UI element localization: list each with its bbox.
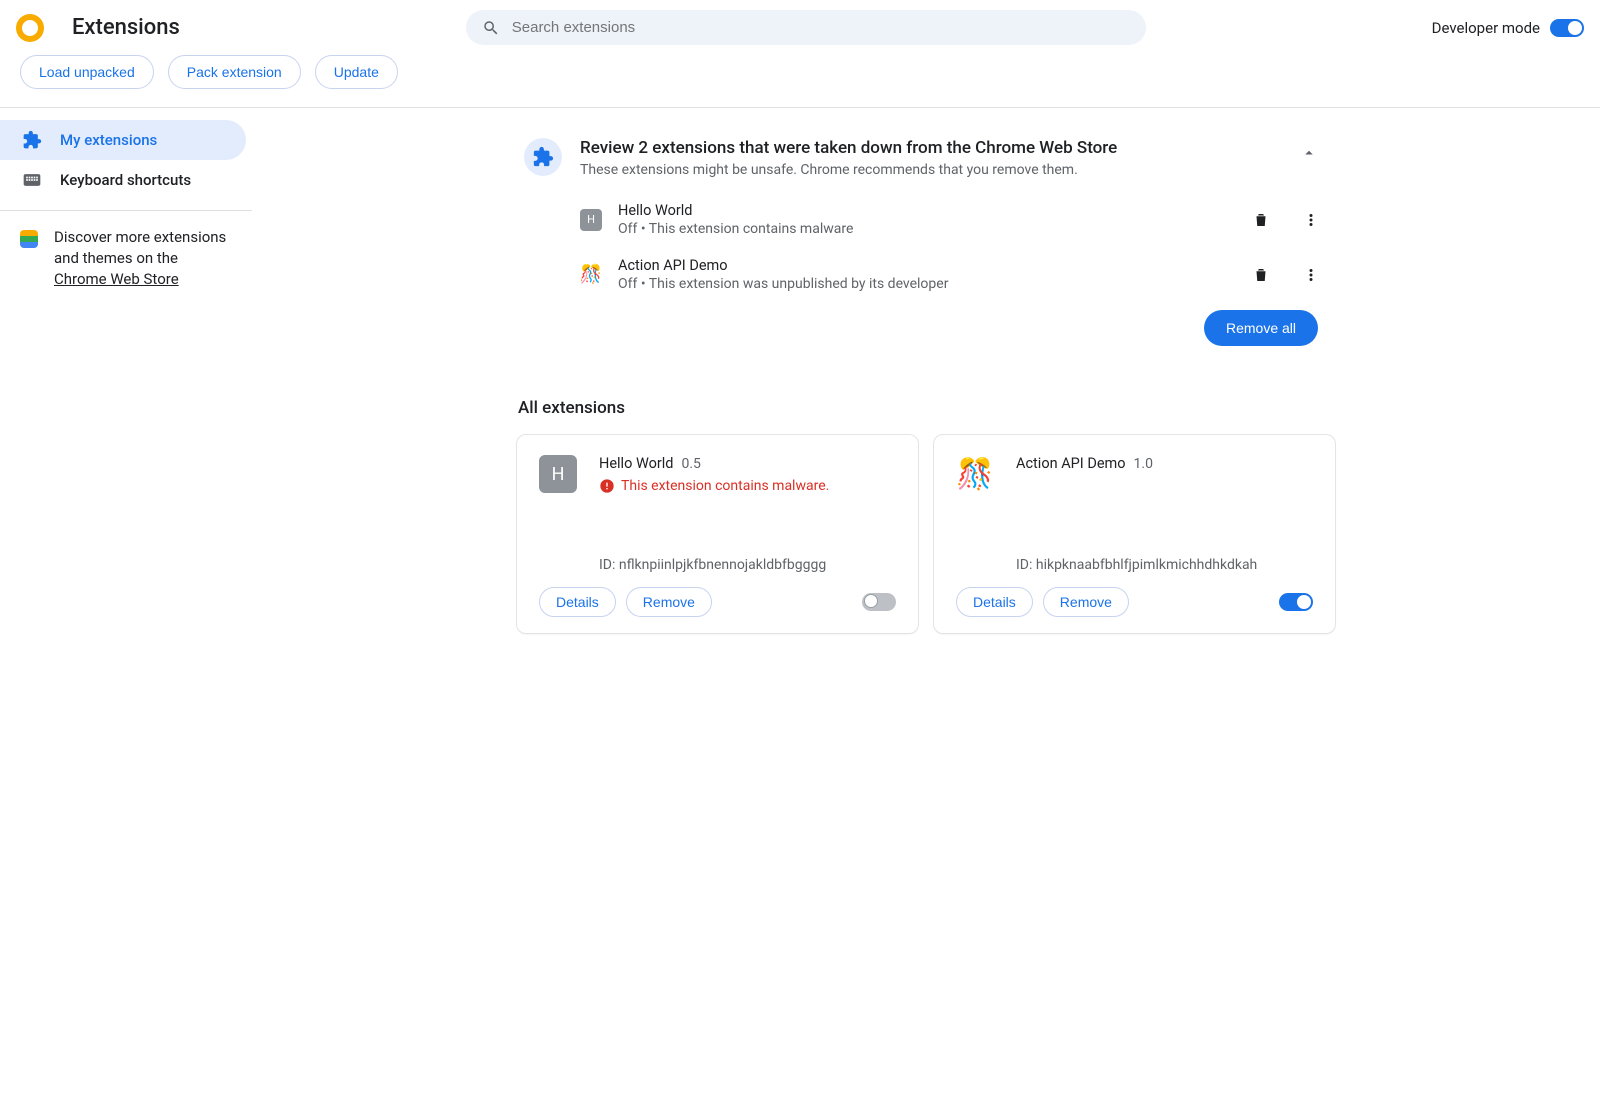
- enable-toggle[interactable]: [1279, 593, 1313, 611]
- puzzle-icon: [22, 130, 42, 150]
- flagged-extension-row: 🎊 Action API Demo Off • This extension w…: [580, 257, 1328, 292]
- sidebar-item-my-extensions[interactable]: My extensions: [0, 120, 246, 160]
- all-extensions-heading: All extensions: [518, 398, 1336, 418]
- more-button[interactable]: [1294, 258, 1328, 292]
- remove-button[interactable]: Remove: [1043, 587, 1129, 617]
- extension-icon: H: [580, 209, 602, 231]
- chrome-web-store-link[interactable]: Chrome Web Store: [54, 270, 179, 288]
- flagged-extension-status: Off • This extension was unpublished by …: [618, 276, 1228, 292]
- extension-card: 🎊 Action API Demo 1.0 ID: hikpknaabfbhlfj…: [933, 434, 1336, 634]
- details-button[interactable]: Details: [956, 587, 1033, 617]
- review-subtitle: These extensions might be unsafe. Chrome…: [580, 162, 1282, 178]
- review-panel: Review 2 extensions that were taken down…: [516, 132, 1336, 352]
- search-icon: [482, 19, 500, 37]
- extension-version: 0.5: [681, 456, 700, 472]
- trash-icon: [1252, 266, 1270, 284]
- extension-id: ID: hikpknaabfbhlfjpimlkmichhdhkdkah: [1016, 557, 1313, 573]
- extension-icon: 🎊: [580, 264, 602, 286]
- remove-button[interactable]: Remove: [626, 587, 712, 617]
- more-vert-icon: [1302, 211, 1320, 229]
- puzzle-icon: [532, 146, 554, 168]
- search-input[interactable]: [466, 10, 1146, 45]
- extension-name: Hello World: [599, 455, 673, 472]
- chevron-up-icon: [1300, 144, 1318, 162]
- extension-icon: H: [539, 455, 577, 493]
- flagged-extension-name: Action API Demo: [618, 257, 1228, 274]
- extension-version: 1.0: [1134, 456, 1153, 472]
- flagged-extension-name: Hello World: [618, 202, 1228, 219]
- sidebar-item-label: My extensions: [60, 131, 157, 149]
- review-title: Review 2 extensions that were taken down…: [580, 138, 1282, 158]
- flagged-extension-row: H Hello World Off • This extension conta…: [580, 202, 1328, 237]
- delete-button[interactable]: [1244, 203, 1278, 237]
- extension-icon: 🎊: [956, 455, 994, 493]
- chrome-web-store-promo: Discover more extensions and themes on t…: [54, 227, 232, 290]
- review-badge: [524, 138, 562, 176]
- chrome-logo: [16, 14, 44, 42]
- load-unpacked-button[interactable]: Load unpacked: [20, 55, 154, 89]
- search-field[interactable]: [510, 18, 1130, 37]
- remove-all-button[interactable]: Remove all: [1204, 310, 1318, 346]
- developer-mode-toggle[interactable]: [1550, 19, 1584, 37]
- flagged-extension-status: Off • This extension contains malware: [618, 221, 1228, 237]
- enable-toggle[interactable]: [862, 593, 896, 611]
- extension-warning: This extension contains malware.: [621, 478, 829, 494]
- trash-icon: [1252, 211, 1270, 229]
- collapse-toggle[interactable]: [1300, 144, 1318, 166]
- update-button[interactable]: Update: [315, 55, 398, 89]
- developer-mode-label: Developer mode: [1432, 19, 1540, 37]
- extension-id: ID: nflknpiinlpjkfbnennojakldbfbgggg: [599, 557, 896, 573]
- error-icon: [599, 478, 615, 494]
- pack-extension-button[interactable]: Pack extension: [168, 55, 301, 89]
- more-vert-icon: [1302, 266, 1320, 284]
- extension-name: Action API Demo: [1016, 455, 1126, 472]
- chrome-web-store-icon: [20, 230, 38, 248]
- sidebar-item-keyboard-shortcuts[interactable]: Keyboard shortcuts: [0, 160, 246, 200]
- extension-card: H Hello World 0.5 This extension contains…: [516, 434, 919, 634]
- delete-button[interactable]: [1244, 258, 1278, 292]
- keyboard-icon: [22, 170, 42, 190]
- details-button[interactable]: Details: [539, 587, 616, 617]
- page-title: Extensions: [72, 15, 180, 40]
- sidebar-item-label: Keyboard shortcuts: [60, 171, 191, 189]
- more-button[interactable]: [1294, 203, 1328, 237]
